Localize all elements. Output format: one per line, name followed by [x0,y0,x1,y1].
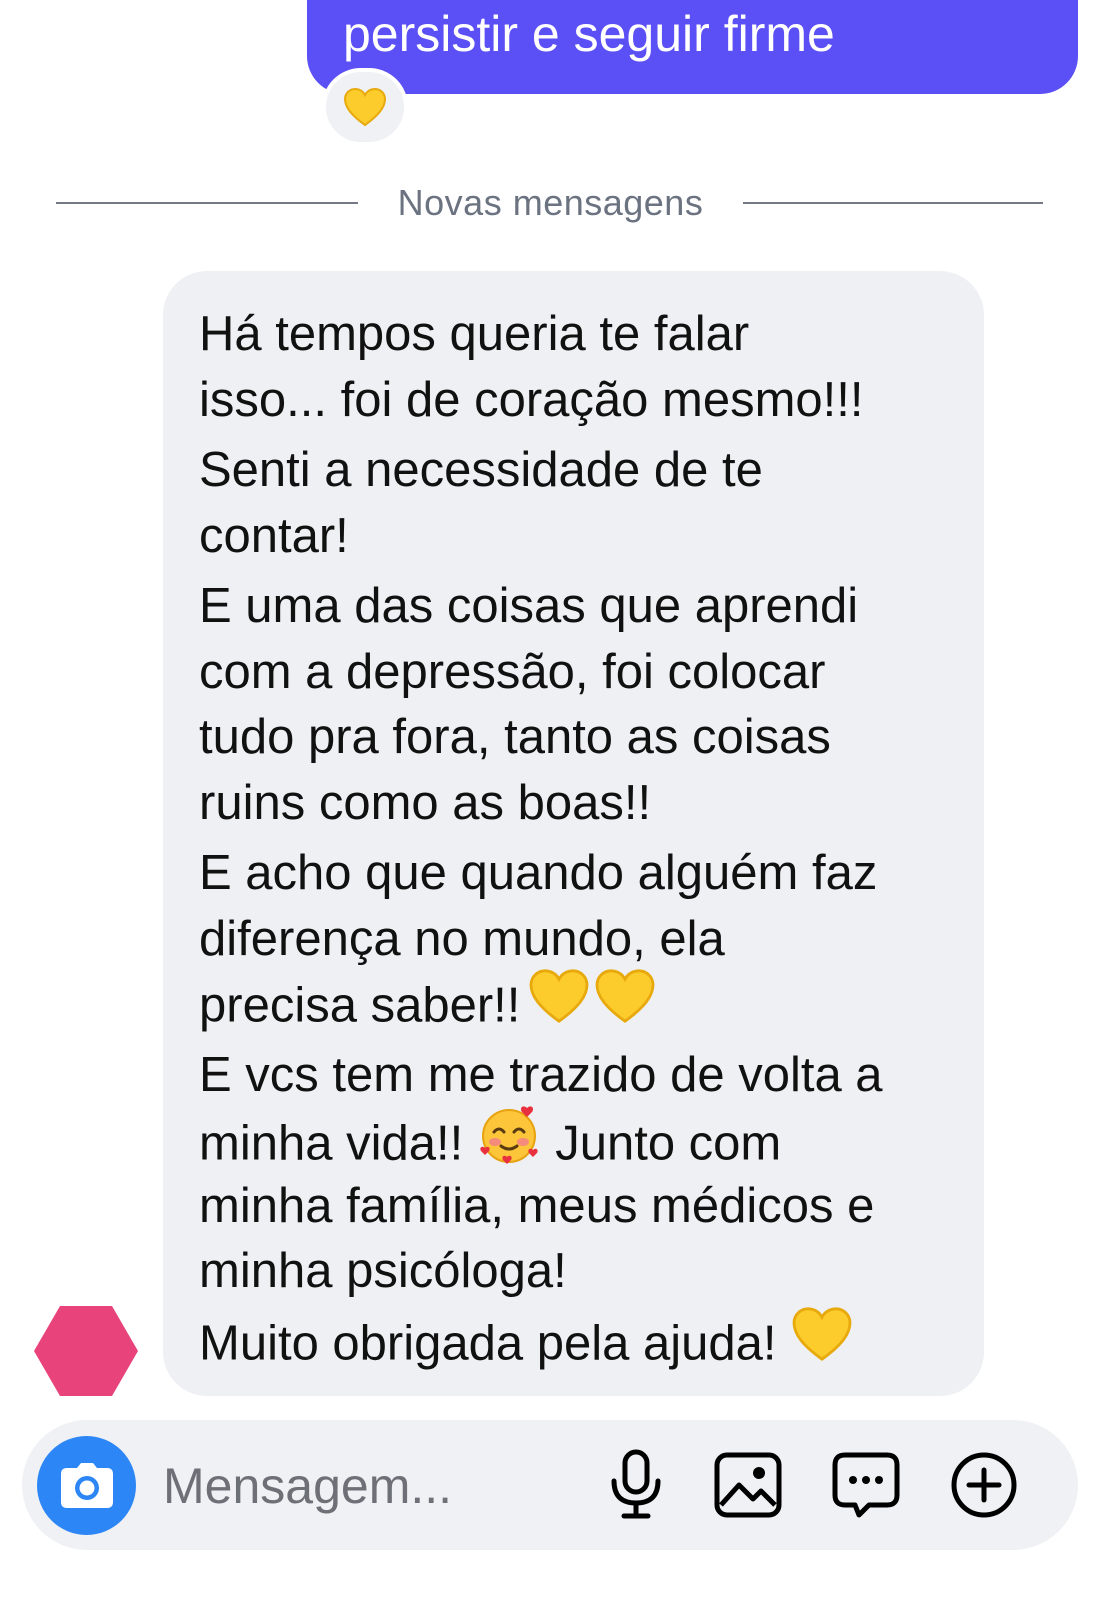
camera-button[interactable] [37,1436,136,1535]
yellow-heart-icon [343,87,387,127]
message-line-text: Junto com [555,1116,782,1171]
message-line-text: Muito obrigada pela ajuda! [199,1316,777,1371]
message-reaction[interactable] [322,68,408,146]
received-message-text: Há tempos queria te falar isso... foi de… [199,302,959,1375]
yellow-heart-icon [528,968,590,1042]
new-messages-divider-label: Novas mensagens [397,182,704,223]
message-line: tudo pra fora, tanto as coisas [199,710,831,764]
divider-line-left [56,202,358,204]
sticker-icon [832,1452,900,1518]
message-line-text: precisa saber!! [199,978,521,1033]
sticker-button[interactable] [830,1449,902,1521]
microphone-button[interactable] [600,1449,672,1521]
message-line: diferença no mundo, ela [199,911,725,966]
message-line: isso... foi de coração mesmo!!! [199,372,864,427]
message-line: ruins como as boas!! [199,775,652,830]
yellow-heart-icon [791,1306,853,1380]
message-line: com a depressão, foi colocar [199,644,826,699]
divider-line-right [743,202,1043,204]
message-line: E uma das coisas que aprendi [199,579,859,633]
camera-icon [60,1462,113,1508]
avatar[interactable] [34,1306,138,1396]
message-line: Há tempos queria te falar [199,307,750,361]
message-line: minha psicóloga! [199,1244,567,1298]
yellow-heart-icon [594,968,656,1042]
image-icon [714,1452,782,1518]
message-line: minha família, meus médicos e [199,1178,875,1233]
message-line: E acho que quando alguém faz [199,846,878,900]
message-line: contar! [199,508,349,563]
sent-message-text: persistir e seguir firme [343,6,835,62]
gallery-button[interactable] [712,1449,784,1521]
message-line-with-emoji: minha vida!! Junto com [199,1106,959,1174]
message-line-with-emoji: precisa saber!! [199,969,959,1038]
smiling-face-with-hearts-icon [477,1104,541,1182]
message-line-text: minha vida!! [199,1116,464,1171]
message-input[interactable] [163,1448,583,1524]
microphone-icon [611,1449,661,1519]
message-line: E vcs tem me trazido de volta a [199,1047,883,1102]
message-line: Senti a necessidade de te [199,443,763,497]
more-options-button[interactable] [948,1449,1020,1521]
plus-icon [951,1452,1017,1518]
message-line-with-emoji: Muito obrigada pela ajuda! [199,1306,959,1376]
